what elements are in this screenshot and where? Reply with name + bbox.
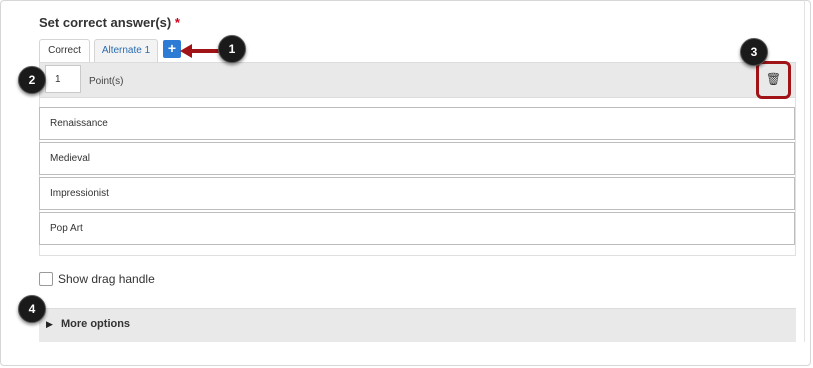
drag-handle-checkbox[interactable] bbox=[39, 272, 53, 286]
section-title-text: Set correct answer(s) bbox=[39, 15, 172, 30]
triangle-right-icon[interactable]: ▶ bbox=[46, 319, 53, 330]
points-input[interactable] bbox=[45, 65, 81, 93]
section-title: Set correct answer(s) * bbox=[39, 15, 180, 30]
callout-4: 4 bbox=[18, 295, 46, 323]
callout-3: 3 bbox=[740, 38, 768, 66]
answer-item[interactable]: Impressionist bbox=[39, 177, 795, 210]
more-options-label[interactable]: More options bbox=[61, 318, 130, 330]
callout-1: 1 bbox=[218, 35, 246, 63]
more-options-bar[interactable] bbox=[39, 308, 796, 342]
answer-item[interactable]: Medieval bbox=[39, 142, 795, 175]
trash-icon: 🗑 bbox=[765, 72, 782, 86]
answer-item[interactable]: Pop Art bbox=[39, 212, 795, 245]
drag-handle-label[interactable]: Show drag handle bbox=[58, 272, 155, 286]
tab-correct[interactable]: Correct bbox=[39, 39, 90, 62]
answer-toolbar bbox=[39, 62, 796, 98]
plus-icon: + bbox=[167, 40, 177, 56]
required-asterisk: * bbox=[174, 15, 180, 30]
callout-2: 2 bbox=[18, 66, 46, 94]
points-label: Point(s) bbox=[89, 76, 124, 87]
delete-alternate-button[interactable]: 🗑 bbox=[756, 61, 791, 99]
add-alternate-button[interactable]: + bbox=[163, 40, 181, 58]
tab-alternate-1[interactable]: Alternate 1 bbox=[94, 39, 158, 62]
answer-item[interactable]: Renaissance bbox=[39, 107, 795, 140]
panel-divider bbox=[804, 0, 805, 342]
